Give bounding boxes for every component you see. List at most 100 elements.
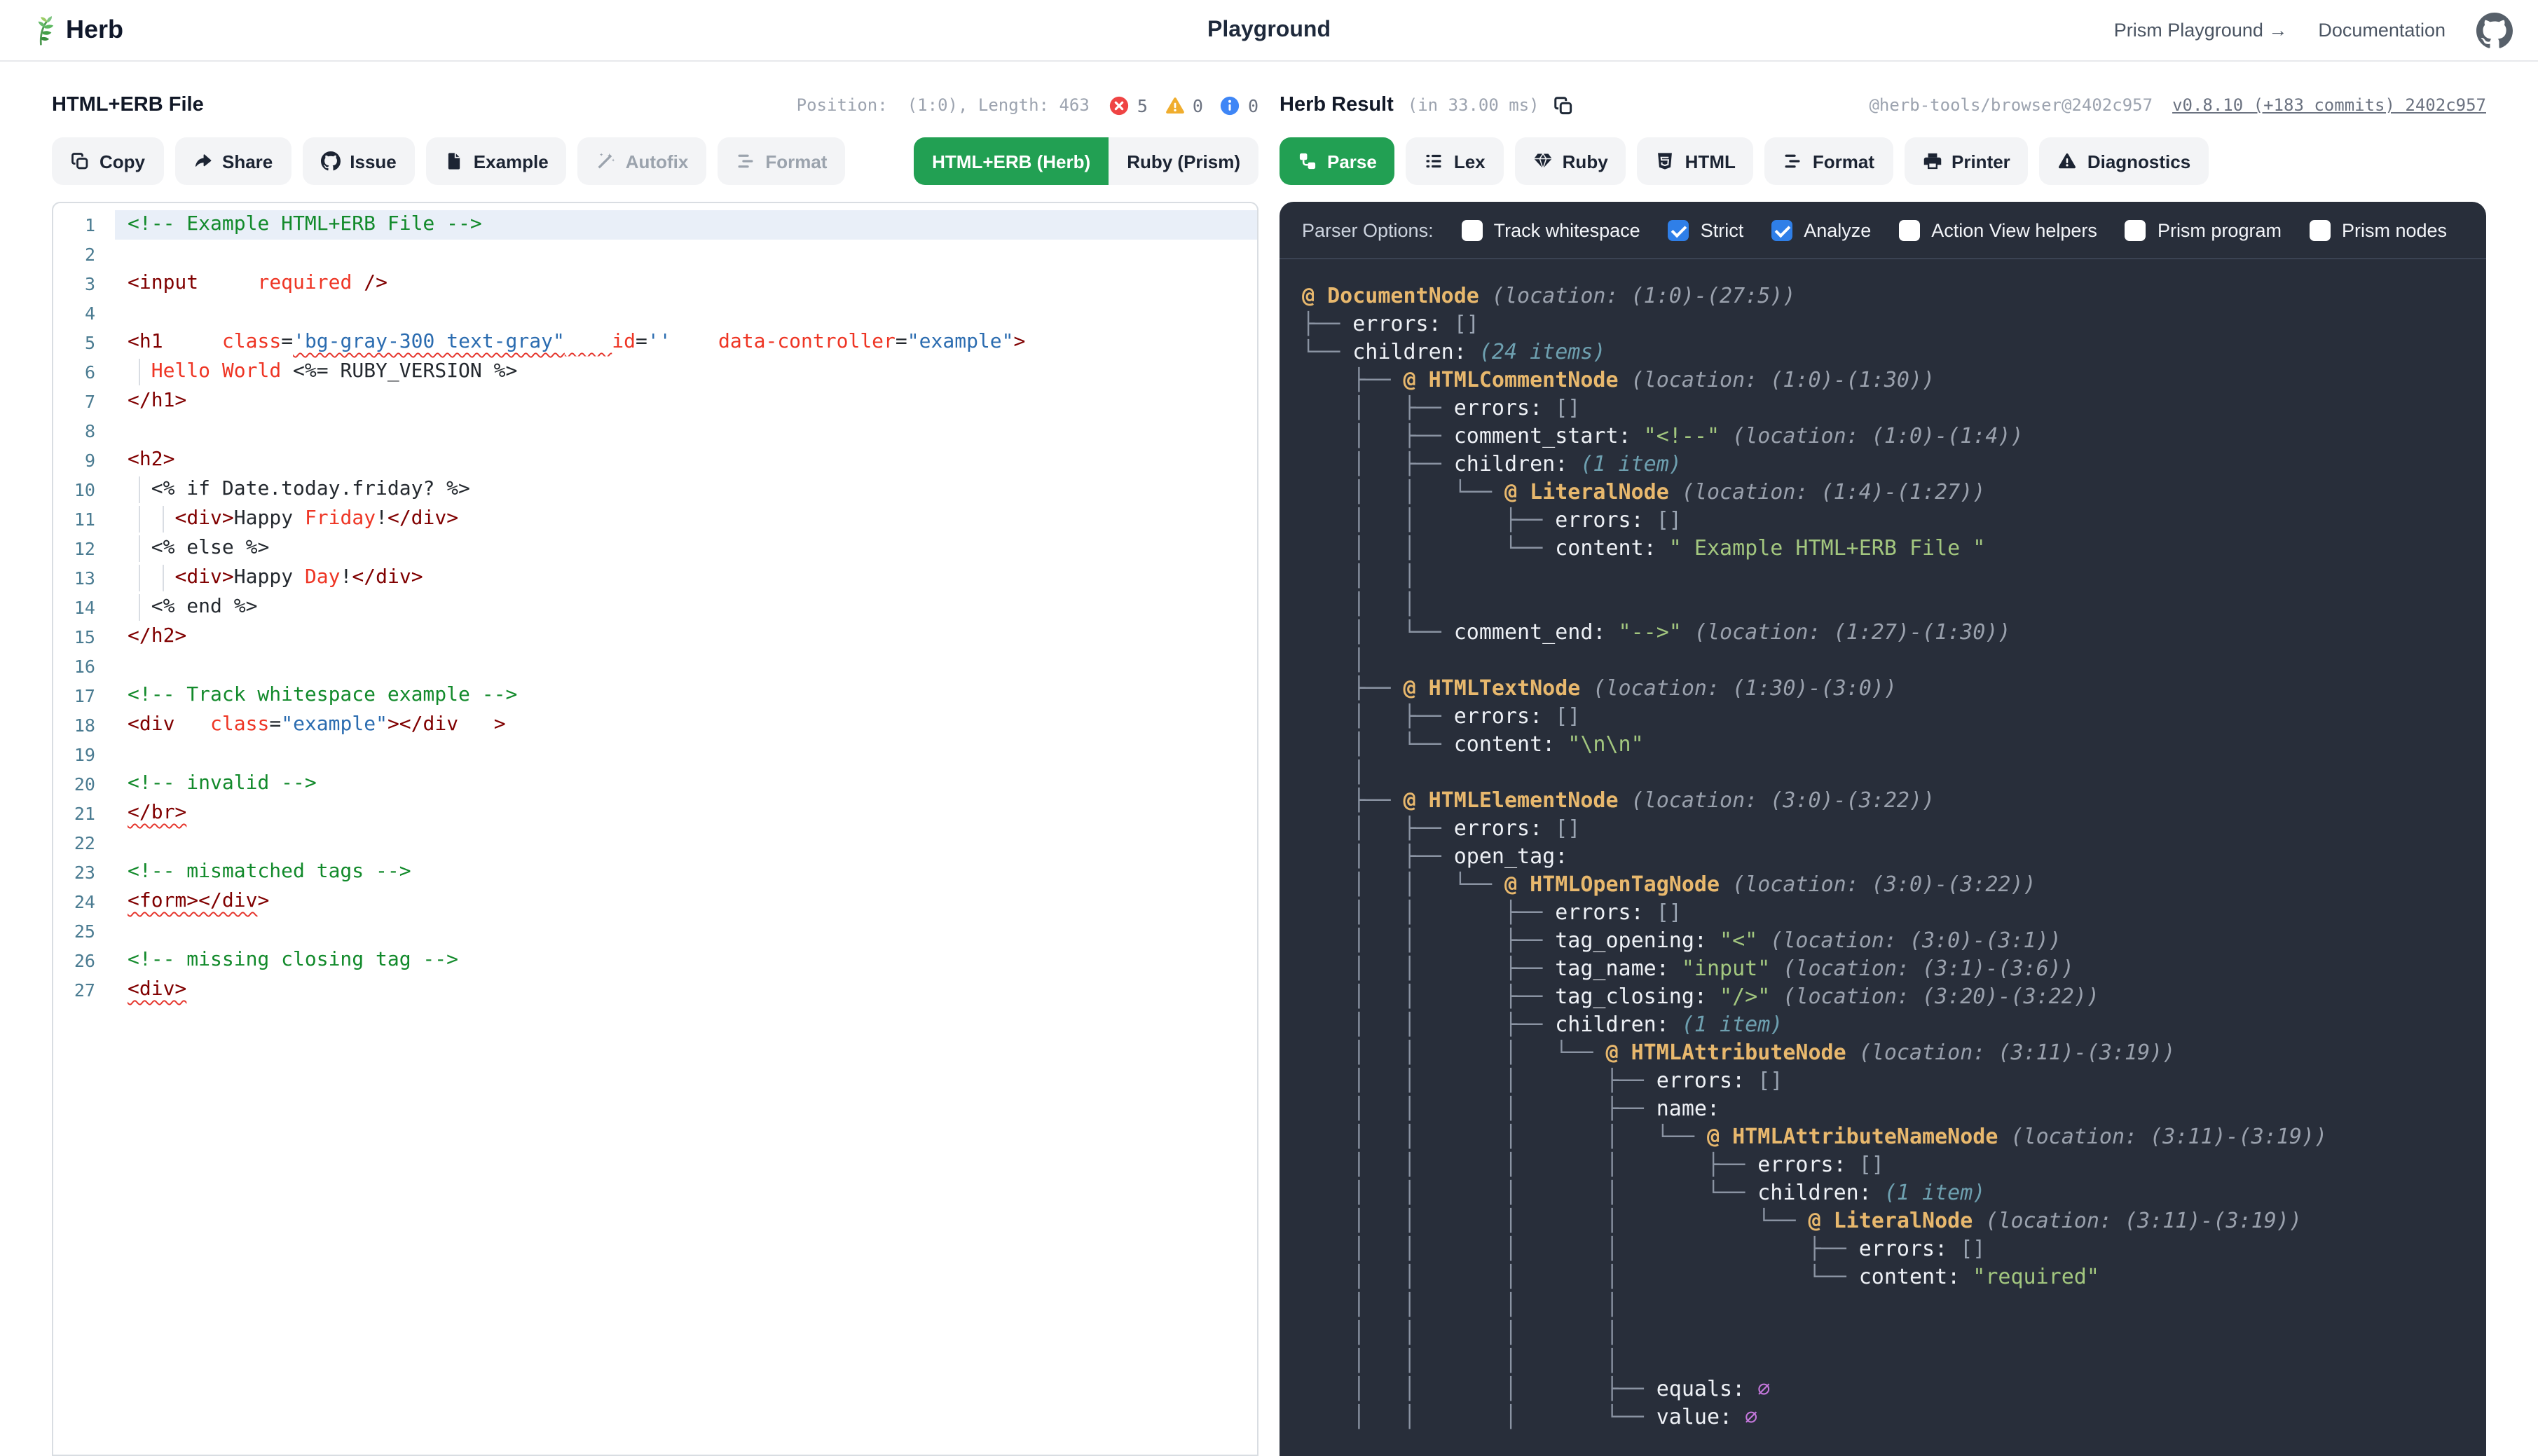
code-text (115, 416, 1257, 446)
code-text: <div>Happy Friday!</div> (115, 504, 1257, 534)
example-button[interactable]: Example (426, 137, 567, 185)
ast-line: ├── @ HTMLCommentNode (location: (1:0)-(… (1302, 366, 2464, 394)
info-badge: 0 (1220, 95, 1258, 116)
option-prism-nodes[interactable]: Prism nodes (2310, 219, 2447, 240)
code-line-22[interactable]: 22 (53, 828, 1257, 858)
checkbox-prism-nodes[interactable] (2310, 219, 2331, 240)
copy-icon (1553, 95, 1575, 116)
option-label: Prism program (2158, 219, 2282, 240)
code-line-11[interactable]: 11 <div>Happy Friday!</div> (53, 504, 1257, 534)
code-line-14[interactable]: 14 <% end %> (53, 593, 1257, 622)
parse-button[interactable]: Parse (1280, 137, 1395, 185)
autofix-button-label: Autofix (626, 151, 689, 172)
ast-line: │ │ │ │ └── @ HTMLAttributeNameNode (loc… (1302, 1122, 2464, 1151)
line-number: 11 (53, 504, 115, 534)
ast-line: │ └── content: "\n\n" (1302, 730, 2464, 758)
option-prism-program[interactable]: Prism program (2125, 219, 2282, 240)
code-line-9[interactable]: 9<h2> (53, 446, 1257, 475)
share-icon (193, 151, 212, 171)
error-count: 5 (1137, 95, 1148, 116)
option-strict[interactable]: Strict (1668, 219, 1744, 240)
format-result-button[interactable]: Format (1765, 137, 1893, 185)
file-icon (444, 151, 464, 171)
documentation-link[interactable]: Documentation (2318, 20, 2446, 41)
html-button[interactable]: HTML (1638, 137, 1754, 185)
line-number: 8 (53, 416, 115, 446)
code-line-1[interactable]: 1<!-- Example HTML+ERB File --> (53, 210, 1257, 240)
option-analyze[interactable]: Analyze (1771, 219, 1871, 240)
code-line-26[interactable]: 26<!-- missing closing tag --> (53, 946, 1257, 975)
checkbox-action-view-helpers[interactable] (1899, 219, 1920, 240)
checkbox-strict[interactable] (1668, 219, 1689, 240)
share-button[interactable]: Share (174, 137, 291, 185)
code-line-6[interactable]: 6 Hello World <%= RUBY_VERSION %> (53, 357, 1257, 387)
ruby-button[interactable]: Ruby (1515, 137, 1626, 185)
result-panel: Herb Result (in 33.00 ms) @herb-tools/br… (1280, 84, 2486, 1456)
code-text: <% end %> (115, 593, 1257, 622)
code-line-24[interactable]: 24<form></div> (53, 887, 1257, 916)
code-line-23[interactable]: 23<!-- mismatched tags --> (53, 858, 1257, 887)
code-line-8[interactable]: 8 (53, 416, 1257, 446)
diagnostics-button[interactable]: Diagnostics (2040, 137, 2209, 185)
autofix-button[interactable]: Autofix (578, 137, 707, 185)
ast-line: │ │ ├── errors: [] (1302, 898, 2464, 926)
code-line-15[interactable]: 15</h2> (53, 622, 1257, 652)
code-line-17[interactable]: 17<!-- Track whitespace example --> (53, 681, 1257, 710)
ast-line: │ │ │ └── @ HTMLAttributeNode (location:… (1302, 1038, 2464, 1066)
tab-ruby-prism[interactable]: Ruby (Prism) (1109, 137, 1258, 185)
code-line-20[interactable]: 20<!-- invalid --> (53, 769, 1257, 799)
github-link[interactable] (2476, 12, 2513, 48)
code-line-12[interactable]: 12 <% else %> (53, 534, 1257, 563)
code-editor[interactable]: 1<!-- Example HTML+ERB File -->23<input … (52, 202, 1258, 1456)
checkbox-prism-program[interactable] (2125, 219, 2146, 240)
brand-logo[interactable]: Herb (25, 15, 123, 46)
code-text: <div>Happy Day!</div> (115, 563, 1257, 593)
format-button[interactable]: Format (718, 137, 845, 185)
code-line-19[interactable]: 19 (53, 740, 1257, 769)
code-line-18[interactable]: 18<div class="example"></div > (53, 710, 1257, 740)
line-number: 16 (53, 652, 115, 681)
ast-line: │ │ └── @ HTMLOpenTagNode (location: (3:… (1302, 870, 2464, 898)
code-text: </br> (115, 799, 1257, 828)
ast-line: │ ├── errors: [] (1302, 394, 2464, 422)
copy-button[interactable]: Copy (52, 137, 163, 185)
workspace: HTML+ERB File Position: (1:0), Length: 4… (0, 62, 2538, 1456)
code-text: <input required /> (115, 269, 1257, 298)
code-line-5[interactable]: 5<h1 class='bg-gray-300 text-gray" id=''… (53, 328, 1257, 357)
code-text (115, 916, 1257, 946)
ast-line: │ │ │ │ └── content: "required" (1302, 1263, 2464, 1291)
code-line-3[interactable]: 3<input required /> (53, 269, 1257, 298)
ast-output[interactable]: @ DocumentNode (location: (1:0)-(27:5))├… (1280, 259, 2486, 1456)
checkbox-track-whitespace[interactable] (1462, 219, 1483, 240)
line-number: 19 (53, 740, 115, 769)
copy-result-button[interactable] (1553, 95, 1575, 116)
code-line-4[interactable]: 4 (53, 298, 1257, 328)
editor-tabs: HTML+ERB (Herb)Ruby (Prism) (914, 137, 1258, 185)
printer-button[interactable]: Printer (1904, 137, 2029, 185)
code-text: </h1> (115, 387, 1257, 416)
issue-button[interactable]: Issue (302, 137, 415, 185)
code-line-7[interactable]: 7</h1> (53, 387, 1257, 416)
code-line-25[interactable]: 25 (53, 916, 1257, 946)
ast-line: │ (1302, 758, 2464, 786)
code-line-21[interactable]: 21</br> (53, 799, 1257, 828)
code-line-10[interactable]: 10 <% if Date.today.friday? %> (53, 475, 1257, 504)
option-track-whitespace[interactable]: Track whitespace (1462, 219, 1640, 240)
line-number: 10 (53, 475, 115, 504)
copy-icon (70, 151, 90, 171)
prism-playground-link[interactable]: Prism Playground → (2114, 20, 2288, 41)
parser-options-bar: Parser Options: Track whitespaceStrictAn… (1280, 202, 2486, 259)
copy-button-label: Copy (100, 151, 145, 172)
option-action-view-helpers[interactable]: Action View helpers (1899, 219, 2097, 240)
code-line-13[interactable]: 13 <div>Happy Day!</div> (53, 563, 1257, 593)
ast-line: │ ├── comment_start: "<!--" (location: (… (1302, 422, 2464, 450)
code-line-27[interactable]: 27<div> (53, 975, 1257, 1005)
line-number: 2 (53, 240, 115, 269)
code-line-16[interactable]: 16 (53, 652, 1257, 681)
tab-html-erb-herb[interactable]: HTML+ERB (Herb) (914, 137, 1109, 185)
lex-button[interactable]: Lex (1406, 137, 1504, 185)
checkbox-analyze[interactable] (1771, 219, 1792, 240)
ast-line: │ ├── errors: [] (1302, 814, 2464, 842)
version-link[interactable]: v0.8.10 (+183 commits) 2402c957 (2172, 95, 2486, 115)
code-line-2[interactable]: 2 (53, 240, 1257, 269)
